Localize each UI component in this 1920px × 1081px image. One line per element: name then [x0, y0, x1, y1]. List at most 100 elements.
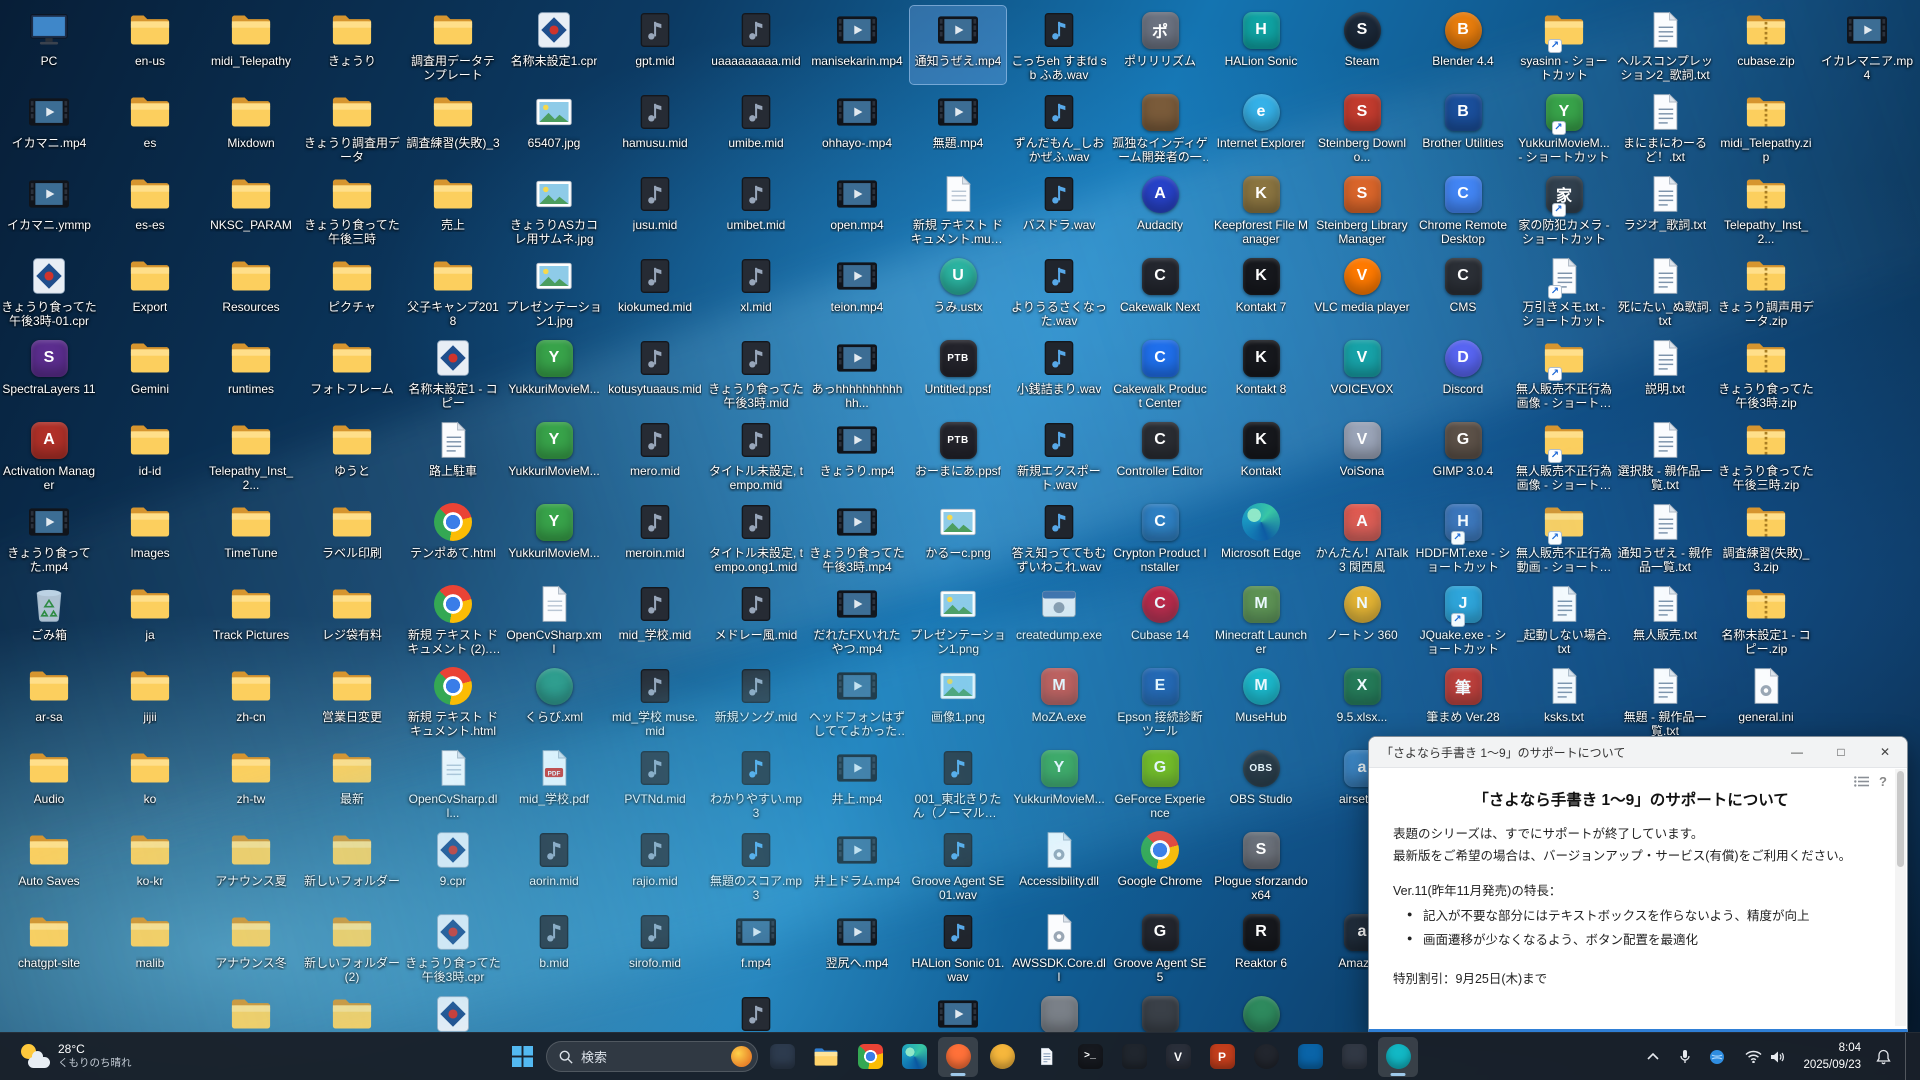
desktop-icon[interactable]: ピクチャ [304, 252, 400, 330]
desktop-icon[interactable]: ラベル印刷 [304, 498, 400, 576]
desktop-icon[interactable]: VVLC media player [1314, 252, 1410, 330]
desktop-icon[interactable]: es-es [102, 170, 198, 248]
microphone-icon[interactable] [1675, 1044, 1695, 1070]
desktop-icon[interactable]: midi_Telepathy.zip [1718, 88, 1814, 166]
taskbar-app-chrome[interactable] [850, 1037, 890, 1077]
desktop-icon[interactable]: HHALion Sonic [1213, 6, 1309, 84]
desktop-icon[interactable]: AActivation Manager [1, 416, 97, 494]
desktop-icon[interactable]: 無人販売.txt [1617, 580, 1713, 658]
desktop-icon[interactable]: VVOICEVOX [1314, 334, 1410, 412]
desktop-icon[interactable]: YYukkuriMovieM... [506, 334, 602, 412]
desktop-icon[interactable]: ずんだもん_しおかぜふ.wav [1011, 88, 1107, 166]
desktop-icon[interactable]: OBSOBS Studio [1213, 744, 1309, 822]
desktop-icon[interactable]: まにまにわーるど！.txt [1617, 88, 1713, 166]
desktop-icon[interactable]: AAudacity [1112, 170, 1208, 248]
desktop-icon[interactable]: runtimes [203, 334, 299, 412]
desktop-icon[interactable]: 筆筆まめ Ver.28 [1415, 662, 1511, 740]
taskbar-app-firefox[interactable] [938, 1037, 978, 1077]
desktop-icon[interactable]: CCMS [1415, 252, 1511, 330]
desktop-icon[interactable]: 無題のスコア.mp3 [708, 826, 804, 904]
desktop-icon[interactable]: 翌尻へ.mp4 [809, 908, 905, 986]
desktop-icon[interactable]: es [102, 88, 198, 166]
desktop-icon[interactable]: かるーc.png [910, 498, 1006, 576]
desktop-icon[interactable]: Y↗YukkuriMovieM... - ショートカット [1516, 88, 1612, 166]
desktop-icon[interactable]: CCakewalk Next [1112, 252, 1208, 330]
desktop-icon[interactable]: 新規 テキスト ドキュメント.musicxml [910, 170, 1006, 248]
desktop-icon[interactable]: _起動しない場合.txt [1516, 580, 1612, 658]
desktop-icon[interactable]: Track Pictures [203, 580, 299, 658]
desktop-icon[interactable]: きょうり [304, 6, 400, 84]
desktop-icon[interactable]: J↗JQuake.exe - ショートカット [1415, 580, 1511, 658]
desktop-icon[interactable]: MMoZA.exe [1011, 662, 1107, 740]
desktop-icon[interactable]: sirofo.mid [607, 908, 703, 986]
desktop-icon[interactable]: こっちeh すまfd s b ふあ.wav [1011, 6, 1107, 84]
desktop-icon[interactable]: ヘルスコンプレッション2_歌詞.txt [1617, 6, 1713, 84]
desktop-icon[interactable]: 新規 テキスト ドキュメント.html [405, 662, 501, 740]
desktop-icon[interactable]: CChrome Remote Desktop [1415, 170, 1511, 248]
desktop-icon[interactable]: きょうり食ってた午後3時.mp4 [809, 498, 905, 576]
desktop-icon[interactable]: chatgpt-site [1, 908, 97, 986]
desktop-icon[interactable]: 調査用データテンプレート [405, 6, 501, 84]
desktop-icon[interactable]: 新規エクスポート.wav [1011, 416, 1107, 494]
desktop-icon[interactable]: CController Editor [1112, 416, 1208, 494]
taskbar-app-file-explorer[interactable] [806, 1037, 846, 1077]
desktop-icon[interactable]: X9.5.xlsx... [1314, 662, 1410, 740]
desktop-icon[interactable]: AWSSDK.Core.dll [1011, 908, 1107, 986]
desktop-icon[interactable]: Microsoft Edge [1213, 498, 1309, 576]
desktop-icon[interactable]: ar-sa [1, 662, 97, 740]
desktop-icon[interactable]: PC [1, 6, 97, 84]
desktop-icon[interactable]: KKontakt 8 [1213, 334, 1309, 412]
desktop-icon[interactable]: 売上 [405, 170, 501, 248]
desktop-icon[interactable]: jijii [102, 662, 198, 740]
scrollbar[interactable] [1895, 769, 1906, 1026]
desktop-icon[interactable]: Auto Saves [1, 826, 97, 904]
notification-bell-icon[interactable] [1873, 1044, 1893, 1070]
desktop-icon[interactable]: 家↗家の防犯カメラ - ショートカット [1516, 170, 1612, 248]
desktop-icon[interactable]: Images [102, 498, 198, 576]
desktop-icon[interactable]: アナウンス夏 [203, 826, 299, 904]
desktop-icon[interactable]: 001_東北きりたん（ノーマル）_少しゃ... [910, 744, 1006, 822]
scrollbar-thumb[interactable] [1897, 771, 1904, 867]
desktop-icon[interactable]: malib [102, 908, 198, 986]
desktop-icon[interactable]: きょうり食ってた午後3時-01.cpr [1, 252, 97, 330]
desktop-icon[interactable]: teion.mp4 [809, 252, 905, 330]
desktop-icon[interactable]: TimeTune [203, 498, 299, 576]
desktop-icon[interactable]: だれたFXいれたやつ.mp4 [809, 580, 905, 658]
desktop-icon[interactable]: zh-cn [203, 662, 299, 740]
desktop-icon[interactable]: f.mp4 [708, 908, 804, 986]
desktop-icon[interactable]: プレゼンテーション1.png [910, 580, 1006, 658]
desktop-icon[interactable]: GGroove Agent SE 5 [1112, 908, 1208, 986]
desktop-icon[interactable]: 名称未設定1 - コピー [405, 334, 501, 412]
desktop-icon[interactable]: 井上ドラム.mp4 [809, 826, 905, 904]
desktop-icon[interactable]: YYukkuriMovieM... [1011, 744, 1107, 822]
desktop-icon[interactable]: EEpson 接続診断ツール [1112, 662, 1208, 740]
window-titlebar[interactable]: 「さよなら手書き 1～9」のサポートについて — □ ✕ [1369, 737, 1907, 768]
desktop-icon[interactable]: テンポあて.html [405, 498, 501, 576]
desktop-icon[interactable]: ↗無人販売不正行為 画像 - ショートカット [1516, 334, 1612, 412]
desktop-icon[interactable]: RReaktor 6 [1213, 908, 1309, 986]
show-desktop-button[interactable] [1905, 1033, 1910, 1081]
close-button[interactable]: ✕ [1863, 737, 1907, 767]
desktop-icon[interactable]: b.mid [506, 908, 602, 986]
taskbar-app-browser-orange[interactable] [982, 1037, 1022, 1077]
desktop-icon[interactable]: ゆうと [304, 416, 400, 494]
desktop-icon[interactable]: SSteam [1314, 6, 1410, 84]
desktop-icon[interactable]: 9.cpr [405, 826, 501, 904]
desktop-icon[interactable]: 画像1.png [910, 662, 1006, 740]
desktop-icon[interactable]: レジ袋有料 [304, 580, 400, 658]
taskbar-app-app-dark-3[interactable] [1334, 1037, 1374, 1077]
desktop-icon[interactable]: DDiscord [1415, 334, 1511, 412]
desktop-icon[interactable]: SPlogue sforzando x64 [1213, 826, 1309, 904]
desktop-icon[interactable]: ↗無人販売不正行為 動画 - ショートカット [1516, 498, 1612, 576]
desktop-icon[interactable]: general.ini [1718, 662, 1814, 740]
desktop-icon[interactable]: GGIMP 3.0.4 [1415, 416, 1511, 494]
desktop-icon[interactable]: mid_学校.mid [607, 580, 703, 658]
desktop-icon[interactable]: わかりやすい.mp3 [708, 744, 804, 822]
taskbar-app-widgets[interactable] [762, 1037, 802, 1077]
desktop-icon[interactable]: ポポリリリズム [1112, 6, 1208, 84]
desktop-icon[interactable]: Google Chrome [1112, 826, 1208, 904]
desktop-icon[interactable]: ↗無人販売不正行為 画像 - ショートカット [1516, 416, 1612, 494]
desktop-icon[interactable]: meroin.mid [607, 498, 703, 576]
minimize-button[interactable]: — [1775, 737, 1819, 767]
desktop-icon[interactable]: 父子キャンプ2018 [405, 252, 501, 330]
